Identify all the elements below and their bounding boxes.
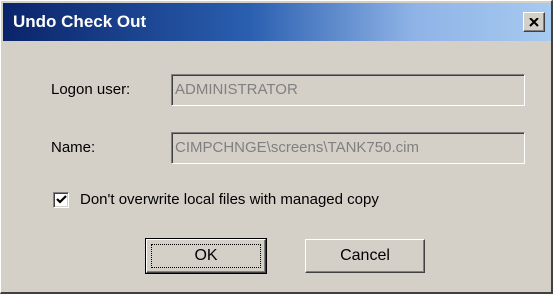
ok-button-label: OK: [194, 247, 218, 264]
title-bar[interactable]: Undo Check Out: [3, 3, 551, 41]
undo-check-out-dialog: Undo Check Out Logon user: ADMINISTRATOR…: [0, 0, 553, 294]
cancel-button-label: Cancel: [340, 247, 390, 264]
name-label: Name:: [51, 139, 96, 156]
ok-button[interactable]: OK: [145, 238, 267, 274]
logon-user-label: Logon user:: [51, 81, 131, 98]
overwrite-checkbox-label[interactable]: Don't overwrite local files with managed…: [80, 191, 379, 208]
close-icon: [529, 17, 539, 27]
overwrite-checkbox[interactable]: [53, 192, 69, 208]
close-button[interactable]: [523, 12, 545, 32]
name-field: CIMPCHNGE\screens\TANK750.cim: [171, 132, 525, 164]
cancel-button[interactable]: Cancel: [305, 239, 425, 273]
checkmark-icon: [55, 195, 67, 204]
logon-user-field: ADMINISTRATOR: [171, 74, 525, 106]
window-title: Undo Check Out: [13, 12, 147, 31]
